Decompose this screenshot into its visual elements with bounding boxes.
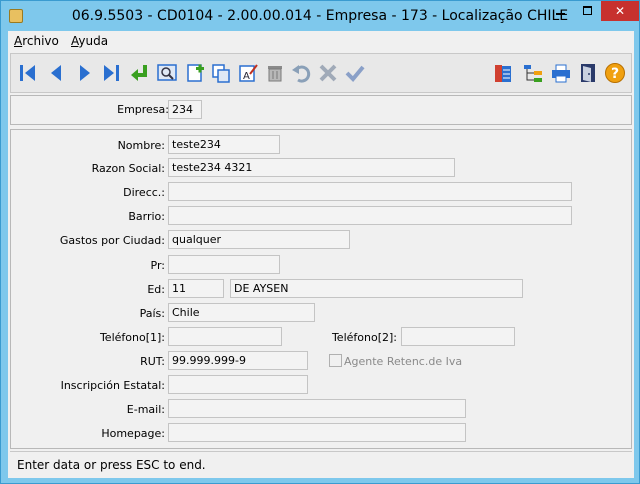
next-record-button[interactable] [73, 61, 97, 85]
barrio-label: Barrio: [128, 210, 165, 223]
menu-archivo[interactable]: Archivo [14, 34, 59, 48]
cancel-icon [319, 64, 337, 82]
telefono1-label: Teléfono[1]: [99, 331, 165, 344]
header-panel: Empresa: 234 [10, 95, 632, 125]
minimize-button[interactable] [547, 1, 574, 21]
rut-field[interactable]: 99.999.999-9 [168, 351, 308, 370]
pais-field[interactable]: Chile [168, 303, 315, 322]
telefono2-field[interactable] [401, 327, 515, 346]
last-record-icon [104, 65, 119, 81]
direccion-field[interactable] [168, 182, 572, 201]
menu-ayuda-label: yuda [78, 34, 109, 48]
title-bar[interactable]: 06.9.5503 - CD0104 - 2.00.00.014 - Empre… [1, 1, 639, 31]
copy-button[interactable] [209, 61, 233, 85]
application-window: 06.9.5503 - CD0104 - 2.00.00.014 - Empre… [0, 0, 640, 484]
enter-button[interactable] [127, 61, 151, 85]
rut-label: RUT: [140, 355, 165, 368]
search-button[interactable] [155, 61, 179, 85]
print-icon [552, 64, 570, 83]
report-button[interactable] [491, 61, 515, 85]
toolbar: A ? [10, 53, 632, 93]
edit-button[interactable]: A [236, 61, 260, 85]
menu-archivo-accel: A [14, 34, 23, 48]
empresa-field[interactable]: 234 [168, 100, 202, 119]
homepage-field[interactable] [168, 423, 466, 442]
gastos-ciudad-field[interactable]: qualquer [168, 230, 350, 249]
help-icon: ? [605, 63, 625, 83]
agente-retencion-label: Agente Retenc.de Iva [344, 355, 463, 368]
ed-name-field[interactable]: DE AYSEN [230, 279, 523, 298]
ed-code-field[interactable]: 11 [168, 279, 224, 298]
close-button[interactable]: ✕ [601, 1, 639, 21]
menu-archivo-label: rchivo [22, 34, 59, 48]
direccion-label: Direcc.: [123, 186, 165, 199]
first-record-icon [20, 65, 35, 81]
agente-retencion-checkbox[interactable] [329, 354, 342, 367]
homepage-label: Homepage: [101, 427, 165, 440]
svg-text:A: A [243, 71, 250, 82]
search-icon [157, 64, 177, 81]
previous-record-button[interactable] [44, 61, 68, 85]
menu-ayuda[interactable]: Ayuda [71, 34, 108, 48]
nombre-field[interactable]: teste234 [168, 135, 280, 154]
confirm-check-icon [345, 65, 365, 82]
email-label: E-mail: [126, 403, 165, 416]
maximize-icon [583, 6, 592, 15]
telefono2-label: Teléfono[2]: [331, 331, 397, 344]
enter-return-icon [131, 65, 147, 81]
barrio-field[interactable] [168, 206, 572, 225]
undo-button[interactable] [289, 61, 313, 85]
undo-icon [292, 65, 311, 83]
pr-label: Pr: [150, 259, 165, 272]
delete-trash-icon [268, 66, 282, 82]
razon-social-label: Razon Social: [91, 162, 165, 175]
close-icon: ✕ [614, 4, 626, 18]
report-list-icon [495, 65, 511, 82]
tree-structure-icon [524, 65, 542, 82]
new-record-button[interactable] [183, 61, 207, 85]
edit-text-icon: A [239, 64, 258, 82]
structure-button[interactable] [521, 61, 545, 85]
nombre-label: Nombre: [117, 139, 165, 152]
email-field[interactable] [168, 399, 466, 418]
status-message: Enter data or press ESC to end. [17, 458, 206, 472]
pr-field[interactable] [168, 255, 280, 274]
help-button[interactable]: ? [603, 61, 627, 85]
menu-bar: Archivo Ayuda [8, 31, 634, 51]
first-record-button[interactable] [16, 61, 40, 85]
copy-icon [212, 64, 230, 83]
cancel-button[interactable] [316, 61, 340, 85]
client-area: Archivo Ayuda A ? Empresa: 234 Nombre: t… [8, 31, 634, 478]
gastos-ciudad-label: Gastos por Ciudad: [59, 234, 165, 247]
next-record-icon [80, 65, 90, 81]
exit-door-icon [581, 64, 595, 82]
exit-button[interactable] [576, 61, 600, 85]
status-bar: Enter data or press ESC to end. [10, 451, 632, 476]
inscripcion-estatal-label: Inscripción Estatal: [60, 379, 165, 392]
pais-label: País: [139, 307, 165, 320]
maximize-button[interactable] [574, 1, 601, 21]
minimize-icon [556, 13, 565, 15]
ed-label: Ed: [147, 283, 165, 296]
window-title: 06.9.5503 - CD0104 - 2.00.00.014 - Empre… [71, 8, 569, 24]
last-record-button[interactable] [99, 61, 123, 85]
new-record-icon [187, 64, 204, 82]
print-button[interactable] [549, 61, 573, 85]
svg-text:?: ? [611, 66, 619, 82]
empresa-label: Empresa: [117, 103, 169, 116]
inscripcion-estatal-field[interactable] [168, 375, 308, 394]
telefono1-field[interactable] [168, 327, 282, 346]
detail-panel: Nombre: teste234 Razon Social: teste234 … [10, 129, 632, 449]
delete-button[interactable] [263, 61, 287, 85]
previous-record-icon [51, 65, 61, 81]
razon-social-field[interactable]: teste234 4321 [168, 158, 455, 177]
confirm-button[interactable] [343, 61, 367, 85]
